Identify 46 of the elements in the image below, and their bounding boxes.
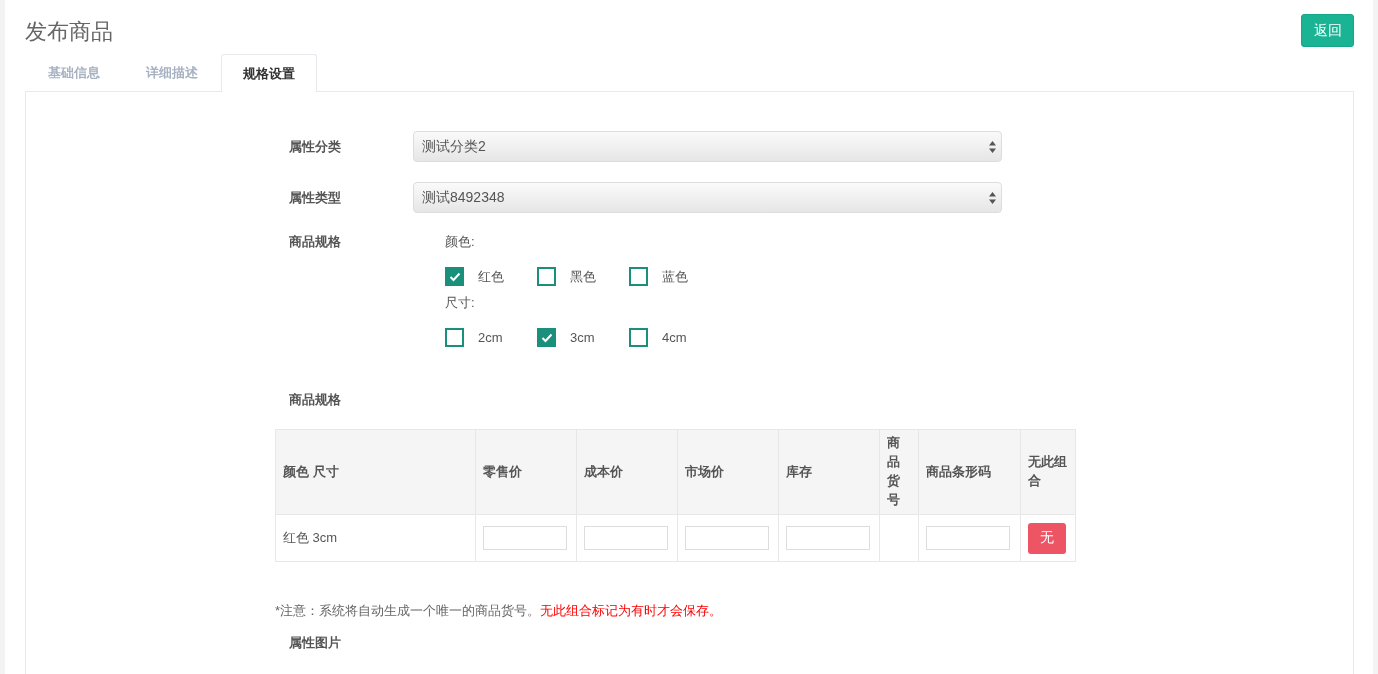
checkbox[interactable] [629, 328, 648, 347]
column-header: 零售价 [475, 429, 577, 515]
column-header: 无此组合 [1020, 429, 1076, 515]
table-cell: 红色 3cm [283, 530, 338, 545]
column-header: 市场价 [677, 429, 779, 515]
checkbox-label: 4cm [662, 330, 687, 345]
checkbox[interactable] [537, 267, 556, 286]
column-header: 商品条形码 [918, 429, 1021, 515]
sort-arrows-icon [989, 191, 996, 204]
sort-arrows-icon [989, 140, 996, 153]
select-field[interactable]: 测试分类2 [413, 131, 1002, 162]
checkbox[interactable] [445, 328, 464, 347]
group-label: 颜色: [445, 233, 476, 251]
select-field[interactable]: 测试8492348 [413, 182, 1002, 213]
checkbox[interactable] [445, 267, 464, 286]
section-label: 商品规格 [289, 391, 342, 409]
note-text: *注意：系统将自动生成一个唯一的商品货号。无此组合标记为有时才会保存。 [275, 602, 724, 620]
column-header: 库存 [778, 429, 880, 515]
field-label: 属性分类 [289, 137, 342, 156]
input-field[interactable] [483, 526, 567, 550]
page-title: 发布商品 [25, 18, 113, 46]
check-icon [448, 271, 461, 282]
input-field[interactable] [584, 526, 668, 550]
group-label: 尺寸: [445, 294, 476, 312]
column-header: 商品货号 [879, 429, 919, 515]
checkbox-label: 黑色 [570, 267, 596, 286]
tab[interactable]: 基础信息 [25, 53, 123, 91]
checkbox-label: 3cm [570, 330, 595, 345]
checkbox-label: 红色 [478, 267, 504, 286]
input-field[interactable] [926, 526, 1010, 550]
no-combination-button[interactable]: 无 [1028, 522, 1066, 554]
checkbox[interactable] [629, 267, 648, 286]
tab[interactable]: 规格设置 [221, 54, 317, 92]
input-field[interactable] [685, 526, 769, 550]
checkbox-label: 蓝色 [662, 267, 688, 286]
column-header: 颜色 尺寸 [275, 429, 476, 515]
field-label: 商品规格 [289, 233, 342, 251]
field-label: 属性类型 [289, 188, 342, 207]
column-header: 成本价 [576, 429, 678, 515]
checkbox-label: 2cm [478, 330, 503, 345]
input-field[interactable] [786, 526, 870, 550]
checkbox[interactable] [537, 328, 556, 347]
tab[interactable]: 详细描述 [123, 53, 221, 91]
section-label: 属性图片 [289, 634, 342, 652]
back-button[interactable]: 返回 [1301, 14, 1354, 47]
check-icon [540, 332, 553, 343]
